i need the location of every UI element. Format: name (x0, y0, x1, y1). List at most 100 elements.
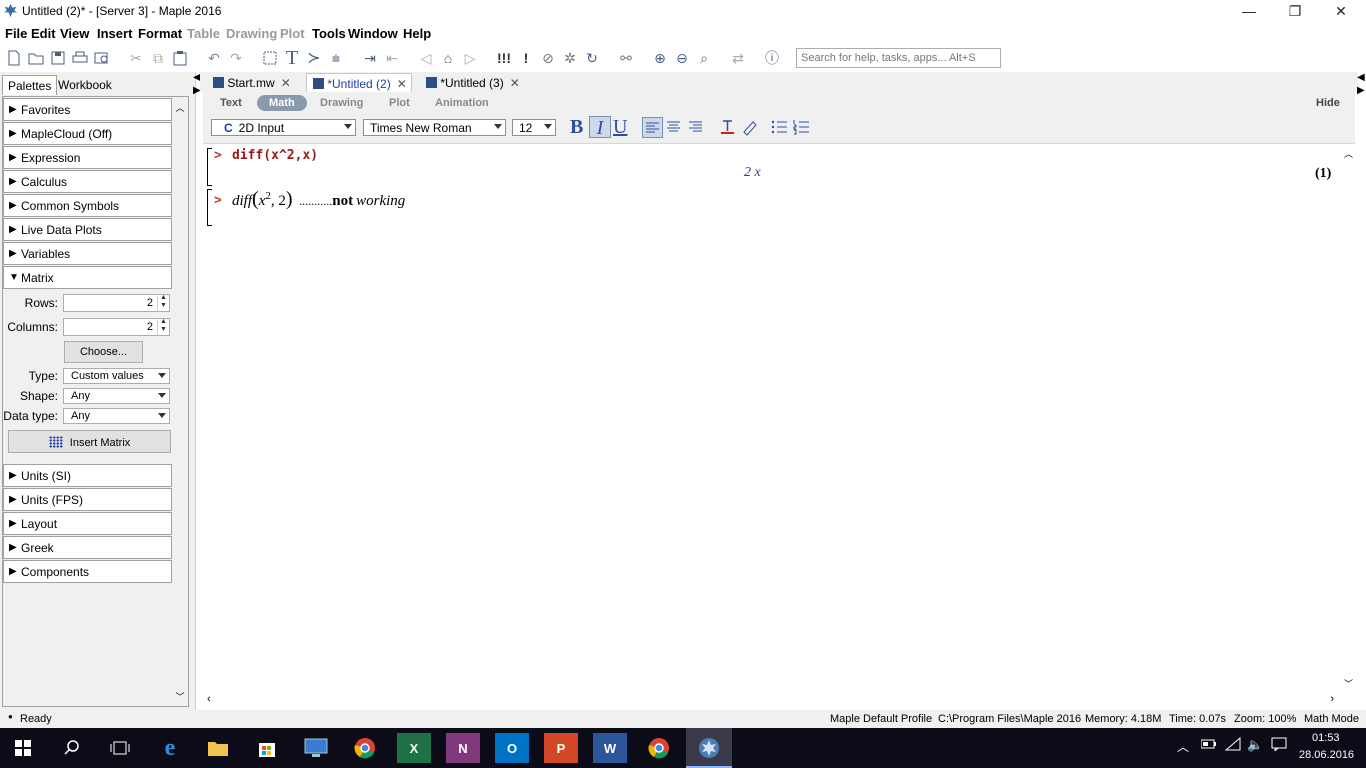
link-icon[interactable]: ⚯ (616, 48, 636, 68)
doc-tab-untitled-2[interactable]: *Untitled (2) ✕ (306, 73, 412, 92)
hide-context-bar-button[interactable]: Hide (1316, 97, 1340, 109)
menu-drawing[interactable]: Drawing (226, 26, 277, 41)
show-hidden-icons-icon[interactable]: ︿ (1177, 738, 1189, 755)
bullet-list-icon[interactable] (770, 117, 789, 139)
columns-spinner[interactable]: ▲ ▼ (157, 318, 169, 336)
outdent-icon[interactable]: ⇤ (382, 48, 402, 68)
palette-units-fps[interactable]: ▶ Units (FPS) (3, 488, 172, 511)
menu-plot[interactable]: Plot (280, 26, 305, 41)
text-color-icon[interactable] (718, 117, 737, 139)
paste-icon[interactable] (170, 48, 190, 68)
vertical-scrollbar[interactable]: ︿ ﹀ (1340, 145, 1357, 692)
font-family-select[interactable]: Times New Roman (363, 119, 506, 136)
columns-input[interactable]: 2 (63, 318, 170, 336)
zoom-fit-icon[interactable]: ⌕ (694, 48, 714, 68)
expand-right-pane-icon[interactable]: ▶ (1357, 85, 1365, 96)
onenote-icon[interactable]: N (446, 733, 480, 763)
help-icon[interactable]: ⓘ (762, 48, 782, 68)
clock-date[interactable]: 28.06.2016 (1299, 749, 1354, 761)
mode-animation[interactable]: Animation (435, 97, 489, 109)
maple-icon[interactable] (692, 733, 726, 763)
palette-expression[interactable]: ▶ Expression (3, 146, 172, 169)
back-arrow-icon[interactable]: ◁ (416, 48, 436, 68)
palettes-scrollbar[interactable]: ︿ ﹀ (173, 98, 187, 705)
file-explorer-icon[interactable] (201, 733, 235, 763)
palette-matrix[interactable]: ▼ Matrix (3, 266, 172, 289)
numbered-list-icon[interactable] (792, 117, 811, 139)
powerpoint-icon[interactable]: P (544, 733, 578, 763)
minimize-button[interactable]: — (1226, 0, 1272, 22)
align-center-icon[interactable] (664, 117, 683, 139)
palette-live-data-plots[interactable]: ▶ Live Data Plots (3, 218, 172, 241)
close-tab-icon[interactable]: ✕ (510, 76, 520, 90)
redo-icon[interactable]: ↷ (226, 48, 246, 68)
scroll-up-icon[interactable]: ︿ (1340, 147, 1357, 160)
remote-desktop-icon[interactable] (299, 733, 333, 763)
execution-group-icon[interactable]: ≻ (304, 48, 324, 68)
undo-icon[interactable]: ↶ (204, 48, 224, 68)
cut-icon[interactable]: ✂ (126, 48, 146, 68)
excel-icon[interactable]: X (397, 733, 431, 763)
input-mode-select[interactable]: C 2D Input (211, 119, 356, 136)
notifications-icon[interactable] (1271, 737, 1287, 754)
mode-text[interactable]: Text (220, 97, 242, 109)
insert-math-icon[interactable] (260, 48, 280, 68)
math-input-line-2[interactable]: diff(x2, 2) ...........not working (232, 188, 405, 211)
choose-button[interactable]: Choose... (64, 341, 143, 363)
swap-icon[interactable]: ⇄ (728, 48, 748, 68)
execute-worksheet-icon[interactable]: !!! (494, 48, 514, 68)
task-view-icon[interactable] (103, 733, 137, 763)
zoom-out-icon[interactable]: ⊖ (672, 48, 692, 68)
scroll-down-icon[interactable]: ﹀ (173, 690, 187, 703)
rows-input[interactable]: 2 (63, 294, 170, 312)
palette-units-si[interactable]: ▶ Units (SI) (3, 464, 172, 487)
copy-icon[interactable]: ⧉ (148, 48, 168, 68)
insert-text-icon[interactable]: T (282, 47, 302, 69)
math-input-line-1[interactable]: diff(x^2,x) (232, 148, 318, 163)
chrome-icon[interactable] (348, 733, 382, 763)
home-icon[interactable]: ⌂ (438, 48, 458, 68)
palette-maplecloud[interactable]: ▶ MapleCloud (Off) (3, 122, 172, 145)
rows-spinner[interactable]: ▲ ▼ (157, 294, 169, 312)
close-tab-icon[interactable]: ✕ (397, 77, 407, 91)
indent-icon[interactable]: ⇥ (360, 48, 380, 68)
italic-button[interactable]: I (589, 116, 611, 139)
menu-file[interactable]: File (5, 26, 27, 41)
edge-icon[interactable]: e (153, 733, 187, 763)
clock-time[interactable]: 01:53 (1312, 732, 1340, 744)
debug-icon[interactable]: ✲ (560, 48, 580, 68)
mode-plot[interactable]: Plot (389, 97, 410, 109)
zoom-in-icon[interactable]: ⊕ (650, 48, 670, 68)
new-document-icon[interactable] (4, 48, 24, 68)
menu-table[interactable]: Table (187, 26, 220, 41)
palette-common-symbols[interactable]: ▶ Common Symbols (3, 194, 172, 217)
tab-palettes[interactable]: Palettes (2, 75, 58, 95)
shape-select[interactable]: Any (63, 388, 170, 404)
align-left-icon[interactable] (642, 117, 663, 138)
maximize-button[interactable]: ❐ (1272, 0, 1318, 22)
print-icon[interactable] (70, 48, 90, 68)
collapse-right-pane-icon[interactable]: ◀ (1357, 72, 1365, 83)
doc-tab-untitled-3[interactable]: *Untitled (3) ✕ (426, 73, 520, 92)
horizontal-scrollbar[interactable]: ‹ › (203, 692, 1340, 708)
menu-view[interactable]: View (60, 26, 89, 41)
stop-icon[interactable]: ⊘ (538, 48, 558, 68)
menu-insert[interactable]: Insert (97, 26, 132, 41)
search-icon[interactable] (55, 733, 89, 763)
close-tab-icon[interactable]: ✕ (281, 76, 291, 90)
help-search-input[interactable]: Search for help, tasks, apps... Alt+S (796, 48, 1001, 68)
execute-icon[interactable]: ! (516, 48, 536, 68)
scroll-right-icon[interactable]: › (1330, 693, 1334, 705)
palette-components[interactable]: ▶ Components (3, 560, 172, 583)
palette-layout[interactable]: ▶ Layout (3, 512, 172, 535)
store-icon[interactable] (250, 733, 284, 763)
palette-calculus[interactable]: ▶ Calculus (3, 170, 172, 193)
windows-start-icon[interactable] (6, 733, 40, 763)
save-icon[interactable] (48, 48, 68, 68)
tab-workbook[interactable]: Workbook (53, 75, 117, 95)
palette-favorites[interactable]: ▶ Favorites (3, 98, 172, 121)
mode-drawing[interactable]: Drawing (320, 97, 363, 109)
palette-greek[interactable]: ▶ Greek (3, 536, 172, 559)
print-preview-icon[interactable] (92, 48, 112, 68)
menu-format[interactable]: Format (138, 26, 182, 41)
